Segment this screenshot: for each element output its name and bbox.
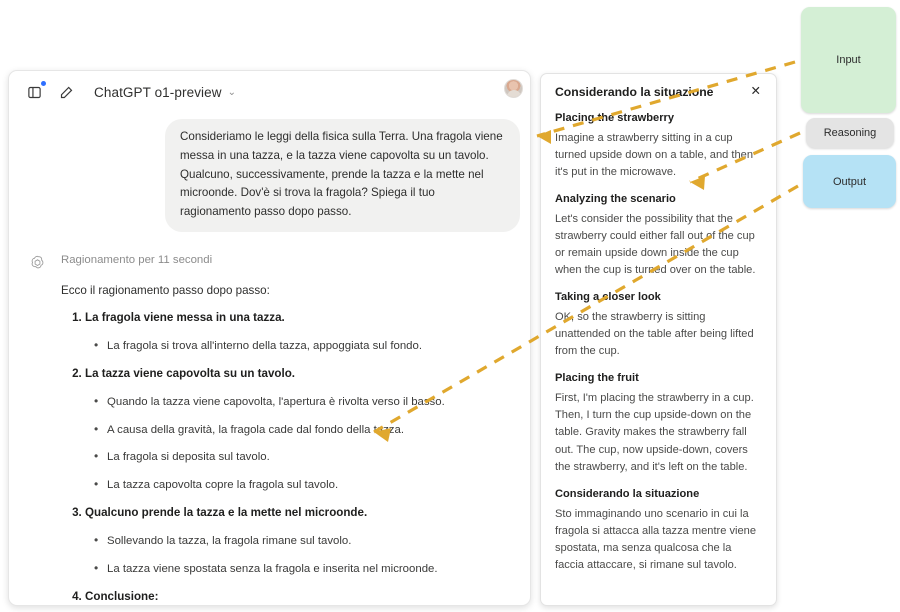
reasoning-section-heading: Placing the fruit: [555, 372, 639, 385]
reasoning-section-heading: Placing the strawberry: [555, 111, 674, 124]
user-avatar[interactable]: [504, 79, 523, 98]
assistant-message: Ragionamento per 11 secondi Ecco il ragi…: [19, 232, 520, 605]
notification-dot: [41, 81, 46, 86]
legend-label-output: Output: [832, 175, 867, 188]
reasoning-section-body: Imagine a strawberry sitting in a cup tu…: [555, 131, 753, 178]
step-title: La tazza viene capovolta su un tavolo.: [85, 367, 296, 381]
reasoning-section: Placing the strawberry Imagine a strawbe…: [555, 111, 762, 181]
reasoning-section-heading: Taking a closer look: [555, 291, 661, 304]
step-title: La fragola viene messa in una tazza.: [85, 310, 285, 324]
step-subitem: A causa della gravità, la fragola cade d…: [94, 421, 520, 439]
openai-logo-icon: [29, 254, 46, 271]
chat-header: ChatGPT o1-preview ⌄: [9, 71, 530, 113]
reasoning-step: La tazza viene capovolta su un tavolo. Q…: [85, 366, 520, 493]
reasoning-section: Considerando la situazione Sto immaginan…: [555, 487, 762, 574]
step-subitem: La tazza capovolta copre la fragola sul …: [94, 476, 520, 494]
legend-box-output: Output: [803, 155, 896, 208]
reasoning-step: La fragola viene messa in una tazza. La …: [85, 310, 520, 354]
legend-label-input: Input: [836, 54, 861, 66]
step-sublist: Sollevando la tazza, la fragola rimane s…: [85, 532, 520, 578]
step-title: Conclusione:: [85, 590, 159, 604]
reasoning-panel: Considerando la situazione ✕ Placing the…: [540, 73, 777, 606]
reasoning-section-body: First, I'm placing the strawberry in a c…: [555, 392, 754, 473]
reasoning-section-body: OK, so the strawberry is sitting unatten…: [555, 311, 754, 358]
legend-box-input: Input: [801, 7, 896, 113]
step-subitem: La fragola si trova all'interno della ta…: [94, 337, 520, 355]
step-sublist: La fragola si trova all'interno della ta…: [85, 337, 520, 355]
reasoning-panel-header: Considerando la situazione ✕: [555, 85, 762, 100]
step-title: Qualcuno prende la tazza e la mette nel …: [85, 506, 368, 520]
chevron-down-icon[interactable]: ⌄: [228, 88, 236, 98]
chat-card: ChatGPT o1-preview ⌄ Consideriamo le leg…: [8, 70, 531, 606]
sidebar-toggle-icon[interactable]: [21, 79, 47, 105]
reasoning-steps-list: La fragola viene messa in una tazza. La …: [61, 310, 520, 605]
step-subitem: Sollevando la tazza, la fragola rimane s…: [94, 532, 520, 550]
close-icon[interactable]: ✕: [750, 85, 762, 98]
step-sublist: Quando la tazza viene capovolta, l'apert…: [85, 393, 520, 494]
reasoning-section-heading: Considerando la situazione: [555, 487, 700, 500]
step-subitem: La tazza viene spostata senza la fragola…: [94, 560, 520, 578]
legend-label-reasoning: Reasoning: [823, 127, 877, 139]
reasoning-step: Qualcuno prende la tazza e la mette nel …: [85, 505, 520, 577]
assistant-answer: Ecco il ragionamento passo dopo passo: L…: [61, 282, 520, 605]
thinking-duration-label: Ragionamento per 11 secondi: [61, 253, 213, 266]
user-message-row: Consideriamo le leggi della fisica sulla…: [19, 113, 520, 232]
compose-pencil-icon[interactable]: [53, 79, 79, 105]
reasoning-section-heading: Analyzing the scenario: [555, 192, 676, 205]
screenshot-root: ChatGPT o1-preview ⌄ Consideriamo le leg…: [0, 0, 900, 612]
step-subitem: La fragola si deposita sul tavolo.: [94, 448, 520, 466]
reasoning-section-body: Let's consider the possibility that the …: [555, 212, 756, 277]
step-subitem: Quando la tazza viene capovolta, l'apert…: [94, 393, 520, 411]
reasoning-panel-title: Considerando la situazione: [555, 85, 714, 99]
reasoning-section: Placing the fruit First, I'm placing the…: [555, 371, 762, 475]
legend-box-reasoning: Reasoning: [806, 118, 894, 148]
reasoning-section: Analyzing the scenario Let's consider th…: [555, 192, 762, 279]
reasoning-section: Taking a closer look OK, so the strawber…: [555, 290, 762, 360]
answer-lead: Ecco il ragionamento passo dopo passo:: [61, 283, 270, 297]
reasoning-step: Conclusione: La fragola si trova sul tav…: [85, 589, 520, 605]
chat-body: Consideriamo le leggi della fisica sulla…: [9, 113, 530, 605]
user-message-bubble: Consideriamo le leggi della fisica sulla…: [165, 119, 520, 232]
model-selector-label[interactable]: ChatGPT o1-preview: [94, 85, 222, 100]
reasoning-section-body: Sto immaginando uno scenario in cui la f…: [555, 507, 757, 571]
